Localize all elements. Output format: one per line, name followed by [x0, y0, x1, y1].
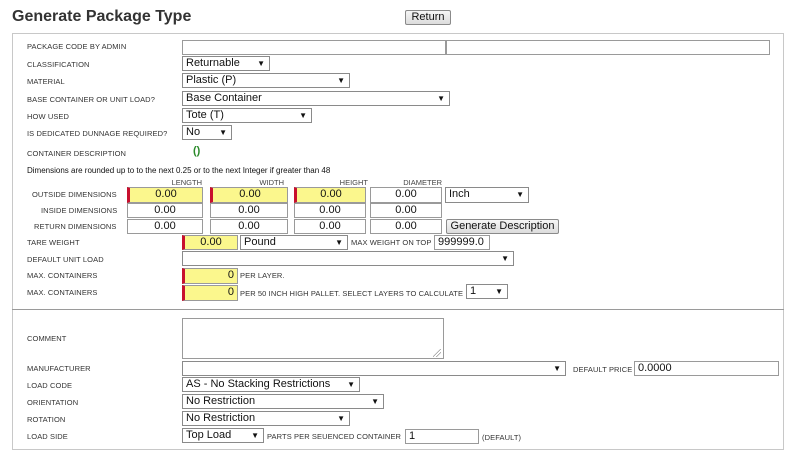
- max-containers-label: MAX. CONTAINERS: [27, 271, 98, 280]
- chevron-down-icon: ▼: [437, 94, 445, 103]
- classification-select[interactable]: Returnable ▼: [182, 56, 270, 71]
- width-header: WIDTH: [259, 178, 284, 187]
- load-side-select[interactable]: Top Load ▼: [182, 428, 264, 443]
- rotation-label: ROTATION: [27, 415, 66, 424]
- base-container-value: Base Container: [186, 92, 262, 104]
- parts-per-sequenced-label: PARTS PER SEUENCED CONTAINER: [267, 432, 402, 441]
- outside-width-input[interactable]: 0.00: [210, 187, 288, 203]
- chevron-down-icon: ▼: [501, 254, 509, 263]
- max-containers-layer-input[interactable]: 0: [182, 268, 238, 284]
- chevron-down-icon: ▼: [347, 380, 355, 389]
- base-container-select[interactable]: Base Container ▼: [182, 91, 450, 106]
- return-height-input[interactable]: 0.00: [294, 219, 366, 234]
- load-code-select[interactable]: AS - No Stacking Restrictions ▼: [182, 377, 360, 392]
- unit-value: Inch: [449, 188, 470, 200]
- chevron-down-icon: ▼: [299, 111, 307, 120]
- page-title: Generate Package Type: [12, 8, 192, 25]
- material-value: Plastic (P): [186, 74, 237, 86]
- parts-per-sequenced-input[interactable]: 1: [405, 429, 479, 444]
- chevron-down-icon: ▼: [553, 364, 561, 373]
- manufacturer-select[interactable]: ▼: [182, 361, 566, 376]
- load-code-label: LOAD CODE: [27, 381, 73, 390]
- max-weight-on-top-input[interactable]: 999999.0: [434, 235, 490, 250]
- package-code-input[interactable]: [182, 40, 446, 55]
- default-suffix-label: (DEFAULT): [482, 433, 522, 442]
- length-header: LENGTH: [171, 178, 202, 187]
- orientation-label: ORIENTATION: [27, 398, 79, 407]
- inside-height-input[interactable]: 0.00: [294, 203, 366, 218]
- inside-dimensions-label: INSIDE DIMENSIONS: [41, 206, 118, 215]
- per-layer-label: PER LAYER.: [240, 271, 285, 280]
- dimensions-note: Dimensions are rounded up to to the next…: [27, 166, 331, 175]
- chevron-down-icon: ▼: [371, 397, 379, 406]
- diameter-header: DIAMETER: [403, 178, 442, 187]
- inside-length-input[interactable]: 0.00: [127, 203, 203, 218]
- base-container-label: BASE CONTAINER OR UNIT LOAD?: [27, 95, 155, 104]
- return-diameter-input[interactable]: 0.00: [370, 219, 442, 234]
- dunnage-select[interactable]: No ▼: [182, 125, 232, 140]
- outside-height-input[interactable]: 0.00: [294, 187, 366, 203]
- max-weight-on-top-label: MAX WEIGHT ON TOP: [351, 238, 432, 247]
- weight-unit-value: Pound: [244, 236, 276, 248]
- layers-value: 1: [470, 285, 477, 297]
- resize-grip-icon[interactable]: [433, 349, 441, 357]
- container-description-value: (): [193, 145, 201, 157]
- load-side-value: Top Load: [186, 429, 232, 441]
- chevron-down-icon: ▼: [337, 414, 345, 423]
- outside-length-input[interactable]: 0.00: [127, 187, 203, 203]
- inside-diameter-input[interactable]: 0.00: [370, 203, 442, 218]
- chevron-down-icon: ▼: [251, 431, 259, 440]
- layers-select[interactable]: 1 ▼: [466, 284, 508, 299]
- height-header: HEIGHT: [339, 178, 368, 187]
- per-pallet-label: PER 50 INCH HIGH PALLET. SELECT LAYERS T…: [240, 289, 464, 298]
- default-price-input[interactable]: 0.0000: [634, 361, 779, 376]
- chevron-down-icon: ▼: [495, 287, 503, 296]
- default-unit-load-label: DEFAULT UNIT LOAD: [27, 255, 104, 264]
- outside-diameter-input[interactable]: 0.00: [370, 187, 442, 203]
- tare-weight-label: TARE WEIGHT: [27, 238, 80, 247]
- dunnage-label: IS DEDICATED DUNNAGE REQUIRED?: [27, 129, 168, 138]
- chevron-down-icon: ▼: [219, 128, 227, 137]
- orientation-select[interactable]: No Restriction ▼: [182, 394, 384, 409]
- chevron-down-icon: ▼: [516, 190, 524, 199]
- classification-value: Returnable: [186, 57, 240, 69]
- max-containers-pallet-label: MAX. CONTAINERS: [27, 288, 98, 297]
- generate-description-button[interactable]: Generate Description: [446, 219, 559, 234]
- comment-label: COMMENT: [27, 334, 67, 343]
- return-length-input[interactable]: 0.00: [127, 219, 203, 234]
- return-width-input[interactable]: 0.00: [210, 219, 288, 234]
- chevron-down-icon: ▼: [257, 59, 265, 68]
- load-code-value: AS - No Stacking Restrictions: [186, 378, 331, 390]
- unit-select[interactable]: Inch ▼: [445, 187, 529, 203]
- how-used-value: Tote (T): [186, 109, 224, 121]
- orientation-value: No Restriction: [186, 395, 256, 407]
- package-code-extra-input[interactable]: [446, 40, 770, 55]
- return-dimensions-label: RETURN DIMENSIONS: [34, 222, 117, 231]
- comment-textarea[interactable]: [182, 318, 444, 359]
- rotation-select[interactable]: No Restriction ▼: [182, 411, 350, 426]
- section-divider: [12, 309, 784, 310]
- material-label: MATERIAL: [27, 77, 65, 86]
- how-used-label: HOW USED: [27, 112, 70, 121]
- chevron-down-icon: ▼: [337, 76, 345, 85]
- outside-dimensions-label: OUTSIDE DIMENSIONS: [32, 190, 117, 199]
- material-select[interactable]: Plastic (P) ▼: [182, 73, 350, 88]
- weight-unit-select[interactable]: Pound ▼: [240, 235, 348, 250]
- load-side-label: LOAD SIDE: [27, 432, 68, 441]
- how-used-select[interactable]: Tote (T) ▼: [182, 108, 312, 123]
- max-containers-pallet-input[interactable]: 0: [182, 285, 238, 301]
- default-unit-load-select[interactable]: ▼: [182, 251, 514, 266]
- inside-width-input[interactable]: 0.00: [210, 203, 288, 218]
- return-button[interactable]: Return: [405, 10, 451, 25]
- chevron-down-icon: ▼: [335, 238, 343, 247]
- dunnage-value: No: [186, 126, 201, 138]
- tare-weight-input[interactable]: 0.00: [182, 235, 238, 250]
- rotation-value: No Restriction: [186, 412, 256, 424]
- package-code-label: PACKAGE CODE BY ADMIN: [27, 42, 127, 51]
- default-price-label: DEFAULT PRICE: [573, 365, 633, 374]
- container-description-label: CONTAINER DESCRIPTION: [27, 149, 127, 158]
- manufacturer-label: MANUFACTURER: [27, 364, 91, 373]
- classification-label: CLASSIFICATION: [27, 60, 90, 69]
